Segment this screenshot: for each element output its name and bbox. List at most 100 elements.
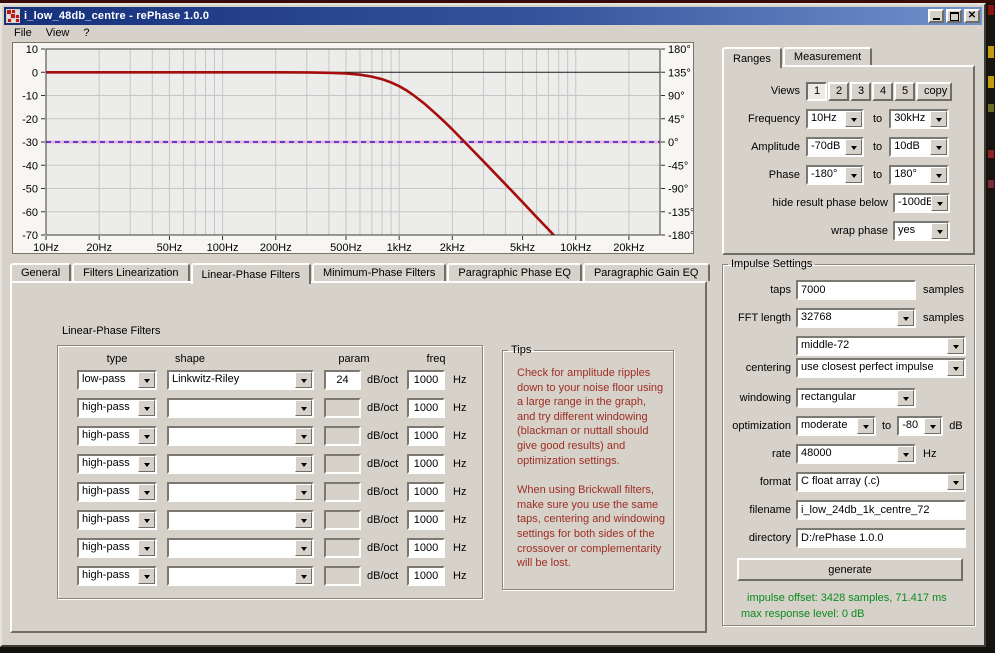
view-button-3[interactable]: 3 [850,82,871,101]
filter-type-select[interactable]: high-pass [77,482,157,502]
dropdown-arrow-icon[interactable] [295,400,312,416]
title-bar[interactable]: i_low_48db_centre - rePhase 1.0.0 ✕ [4,7,982,25]
windowing-select[interactable]: rectangular [796,388,916,408]
dropdown-arrow-icon[interactable] [138,484,155,500]
dropdown-arrow-icon[interactable] [924,418,941,434]
tab-ranges[interactable]: Ranges [722,47,782,68]
dropdown-arrow-icon[interactable] [947,474,964,490]
filter-shape-select[interactable]: Linkwitz-Riley [167,370,314,390]
rate-select[interactable]: 48000 [796,444,916,464]
frequency-to-select[interactable]: 30kHz [889,109,949,129]
dropdown-arrow-icon[interactable] [857,418,874,434]
filter-type-select[interactable]: high-pass [77,510,157,530]
filter-freq-input[interactable] [407,482,445,502]
filter-type-select[interactable]: high-pass [77,454,157,474]
tab-paragraphic-phase-eq[interactable]: Paragraphic Phase EQ [447,263,582,281]
filter-freq-input[interactable] [407,398,445,418]
filter-type-select[interactable]: high-pass [77,426,157,446]
tab-paragraphic-gain-eq[interactable]: Paragraphic Gain EQ [583,263,710,281]
format-select[interactable]: C float array (.c) [796,472,966,492]
filter-type-select[interactable]: high-pass [77,566,157,586]
dropdown-arrow-icon[interactable] [295,456,312,472]
filter-param-input[interactable] [324,566,361,586]
tab-minimum-phase-filters[interactable]: Minimum-Phase Filters [312,263,446,281]
filter-freq-input[interactable] [407,454,445,474]
hide-result-phase-select[interactable]: -100dB [893,193,950,213]
dropdown-arrow-icon[interactable] [295,540,312,556]
fft-length-select[interactable]: 32768 [796,308,916,328]
tab-filters-linearization[interactable]: Filters Linearization [72,263,189,281]
dropdown-arrow-icon[interactable] [295,428,312,444]
filter-freq-input[interactable] [407,538,445,558]
filter-shape-select[interactable] [167,566,314,586]
minimize-button[interactable] [928,9,944,23]
filter-freq-input[interactable] [407,426,445,446]
amplitude-from-select[interactable]: -70dB [806,137,864,157]
filter-freq-input[interactable] [407,510,445,530]
dropdown-arrow-icon[interactable] [947,360,964,376]
dropdown-arrow-icon[interactable] [897,310,914,326]
filter-shape-select[interactable] [167,426,314,446]
menu-item-help[interactable]: ? [77,26,97,41]
response-graph[interactable]: 10Hz20Hz50Hz100Hz200Hz500Hz1kHz2kHz5kHz1… [12,42,694,254]
taps-input[interactable] [796,280,916,300]
filter-type-select[interactable]: high-pass [77,398,157,418]
filename-input[interactable] [796,500,966,520]
dropdown-arrow-icon[interactable] [295,484,312,500]
tab-measurement[interactable]: Measurement [783,47,872,65]
filter-param-input[interactable] [324,510,361,530]
view-button-1[interactable]: 1 [806,82,827,101]
dropdown-arrow-icon[interactable] [930,167,947,183]
menu-item-view[interactable]: View [40,26,78,41]
dropdown-arrow-icon[interactable] [295,512,312,528]
amplitude-to-select[interactable]: 10dB [889,137,949,157]
filter-shape-select[interactable] [167,538,314,558]
filter-freq-input[interactable] [407,566,445,586]
optimization-threshold-select[interactable]: -80 [897,416,943,436]
dropdown-arrow-icon[interactable] [931,195,948,211]
filter-shape-select[interactable] [167,398,314,418]
menu-item-file[interactable]: File [8,26,40,41]
generate-button[interactable]: generate [737,558,963,581]
optimization-select[interactable]: moderate [796,416,876,436]
view-button-4[interactable]: 4 [872,82,893,101]
dropdown-arrow-icon[interactable] [845,167,862,183]
filter-shape-select[interactable] [167,454,314,474]
tab-linear-phase-filters[interactable]: Linear-Phase Filters [191,263,311,284]
view-button-5[interactable]: 5 [894,82,915,101]
dropdown-arrow-icon[interactable] [295,568,312,584]
filter-param-input[interactable] [324,538,361,558]
dropdown-arrow-icon[interactable] [930,111,947,127]
filter-type-select[interactable]: low-pass [77,370,157,390]
tab-general[interactable]: General [10,263,71,281]
close-button[interactable]: ✕ [964,9,980,23]
maximize-button[interactable] [946,9,962,23]
dropdown-arrow-icon[interactable] [295,372,312,388]
filter-param-input[interactable] [324,454,361,474]
dropdown-arrow-icon[interactable] [845,139,862,155]
phase-from-select[interactable]: -180° [806,165,864,185]
directory-input[interactable] [796,528,966,548]
filter-type-select[interactable]: high-pass [77,538,157,558]
view-button-copy[interactable]: copy [916,82,952,101]
dropdown-arrow-icon[interactable] [138,372,155,388]
filter-param-input[interactable] [324,398,361,418]
dropdown-arrow-icon[interactable] [897,390,914,406]
centering-mode-select[interactable]: use closest perfect impulse [796,358,966,378]
dropdown-arrow-icon[interactable] [138,428,155,444]
dropdown-arrow-icon[interactable] [138,540,155,556]
dropdown-arrow-icon[interactable] [845,111,862,127]
dropdown-arrow-icon[interactable] [947,338,964,354]
phase-to-select[interactable]: 180° [889,165,949,185]
filter-freq-input[interactable] [407,370,445,390]
dropdown-arrow-icon[interactable] [138,568,155,584]
view-button-2[interactable]: 2 [828,82,849,101]
dropdown-arrow-icon[interactable] [931,223,948,239]
frequency-from-select[interactable]: 10Hz [806,109,864,129]
filter-shape-select[interactable] [167,482,314,502]
wrap-phase-select[interactable]: yes [893,221,950,241]
filter-param-input[interactable] [324,370,361,390]
centering-select[interactable]: middle-72 [796,336,966,356]
filter-param-input[interactable] [324,426,361,446]
filter-param-input[interactable] [324,482,361,502]
